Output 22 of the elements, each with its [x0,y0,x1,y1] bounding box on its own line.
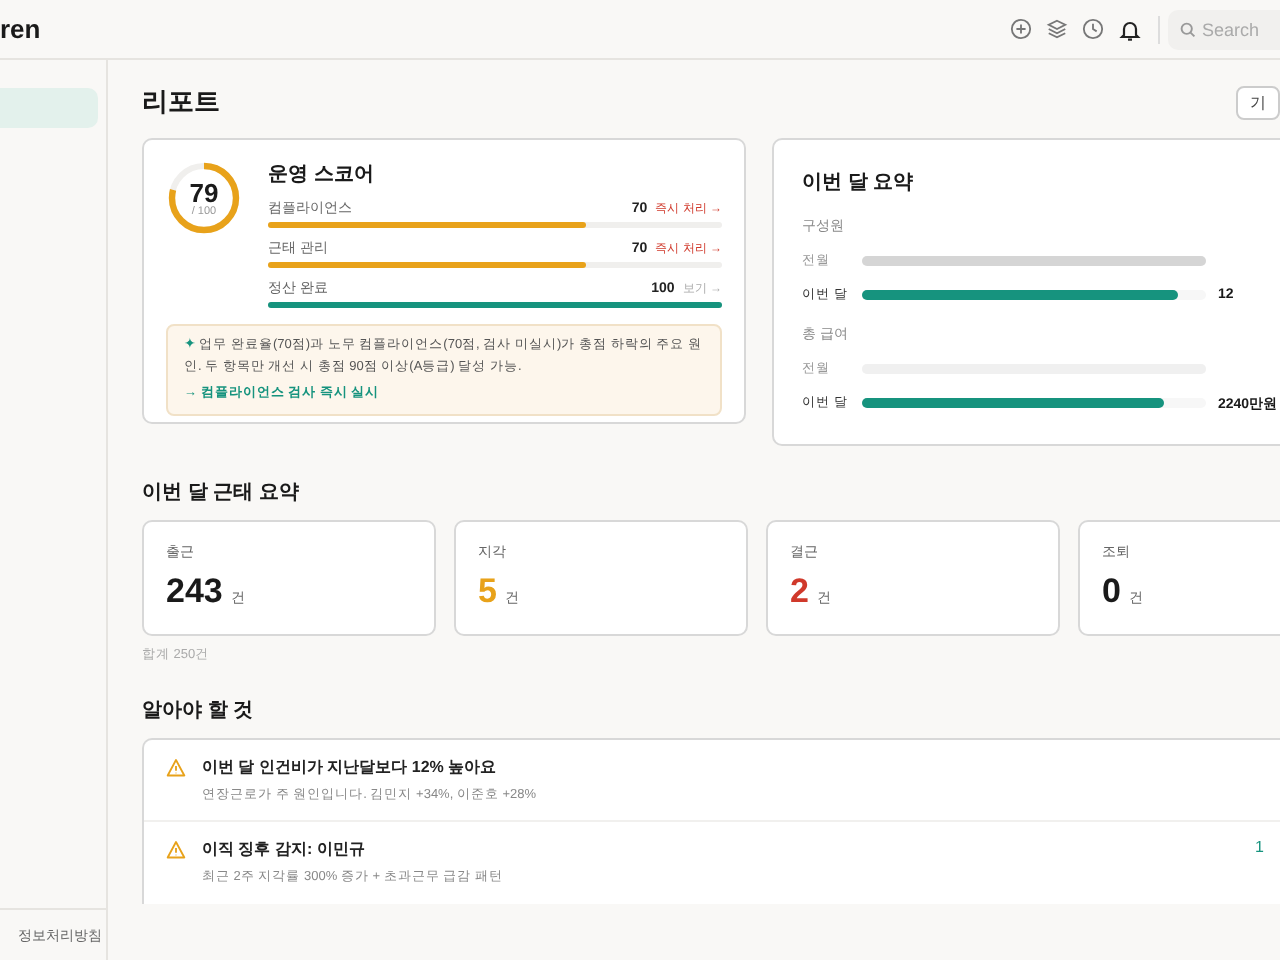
stat-value: 0 [1102,572,1121,612]
stat-value: 5 [478,572,497,612]
card-title: 이번 달 요약 [802,170,916,196]
warning-icon [166,758,186,778]
plus-circle-icon[interactable] [1010,18,1032,40]
alert-title: 이직 징후 감지: 이민규 [202,838,367,860]
search-field[interactable]: Search [1168,9,1280,49]
section-title: 알아야 할 것 [142,698,256,724]
warning-icon [166,840,186,860]
score-value: 79 [189,179,219,205]
page-title: 리포트 [142,84,220,120]
page-action-button[interactable]: 기 [1236,85,1280,119]
card-title: 운영 스코어 [268,162,376,188]
bell-icon[interactable] [1118,17,1142,41]
section-title: 이번 달 근태 요약 [142,480,301,506]
alert-count: 1 [1255,838,1264,860]
alert-title: 이번 달 인건비가 지난달보다 12% 높아요 [202,756,499,778]
stat-value: 2 [790,572,809,612]
app-logo: ren [0,14,41,44]
stat-value: 243 [166,572,223,612]
layers-icon[interactable] [1046,18,1068,40]
clock-icon[interactable] [1082,18,1104,40]
